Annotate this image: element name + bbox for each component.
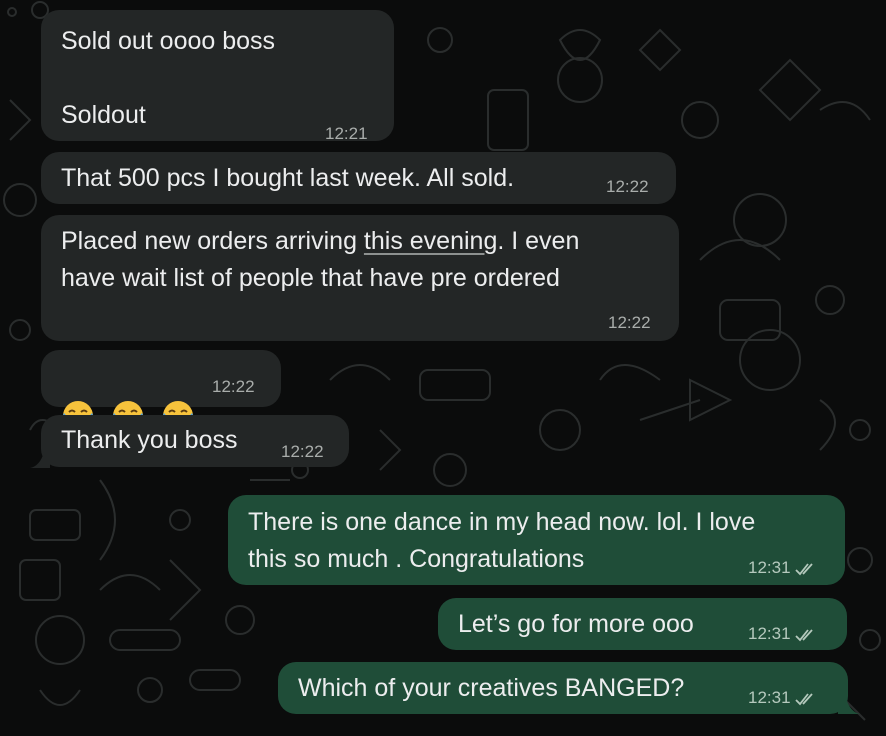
message-timestamp: 12:22 xyxy=(212,377,255,396)
message-text: Placed new orders arriving this evening.… xyxy=(61,223,579,297)
message-timestamp: 12:31 xyxy=(748,624,817,644)
message-timestamp: 12:22 xyxy=(281,442,324,461)
date-link[interactable]: this evening xyxy=(364,227,497,255)
message-timestamp: 12:22 xyxy=(608,313,651,332)
message-text: That 500 pcs I bought last week. All sol… xyxy=(61,164,515,192)
incoming-message-bubble[interactable]: That 500 pcs I bought last week. All sol… xyxy=(41,152,676,204)
outgoing-message-bubble[interactable]: Let’s go for more ooo 12:31 xyxy=(438,598,847,650)
message-timestamp: 12:31 xyxy=(748,688,817,708)
outgoing-message-bubble[interactable]: There is one dance in my head now. lol. … xyxy=(228,495,845,585)
read-double-tick-icon xyxy=(794,562,813,575)
incoming-bubble-tail-icon xyxy=(30,452,50,468)
incoming-message-bubble[interactable]: Sold out oooo boss Soldout 12:21 xyxy=(41,10,394,143)
outgoing-message-bubble[interactable]: Which of your creatives BANGED? 12:31 xyxy=(278,662,848,714)
chat-message-list[interactable]: Sold out oooo boss Soldout 12:21 That 50… xyxy=(0,0,886,736)
outgoing-bubble-tail-icon xyxy=(838,698,860,714)
message-text-part: Placed new orders arriving xyxy=(61,227,364,255)
message-time-value: 12:31 xyxy=(748,624,791,643)
message-timestamp: 12:22 xyxy=(606,177,649,196)
read-double-tick-icon xyxy=(794,628,813,641)
message-text: Thank you boss xyxy=(61,426,238,454)
incoming-message-bubble[interactable]: 12:22 xyxy=(41,350,281,432)
message-text: There is one dance in my head now. lol. … xyxy=(248,508,756,573)
message-timestamp: 12:21 xyxy=(325,124,368,143)
message-time-value: 12:31 xyxy=(748,558,791,577)
message-text: Let’s go for more ooo xyxy=(458,610,694,638)
read-double-tick-icon xyxy=(794,692,813,705)
message-text: Sold out oooo boss Soldout xyxy=(61,27,276,129)
message-time-value: 12:31 xyxy=(748,688,791,707)
incoming-message-bubble[interactable]: Placed new orders arriving this evening.… xyxy=(41,215,679,341)
message-timestamp: 12:31 xyxy=(748,558,817,578)
incoming-message-bubble[interactable]: Thank you boss 12:22 xyxy=(41,415,349,467)
message-text: Which of your creatives BANGED? xyxy=(298,674,685,702)
